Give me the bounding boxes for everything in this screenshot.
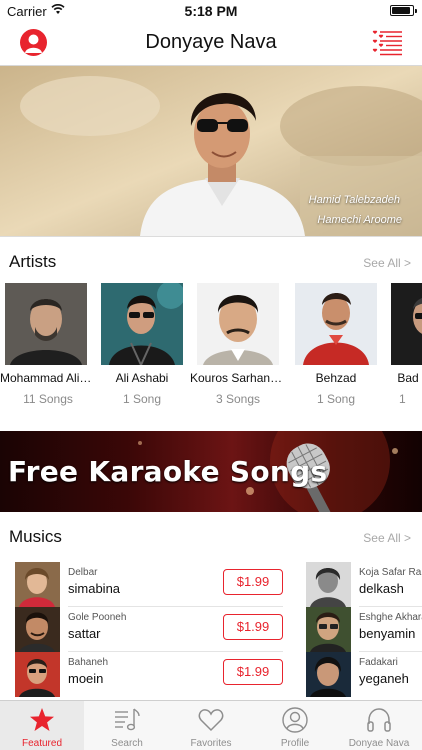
music-artist-name: benyamin <box>359 626 416 641</box>
tab-label: Donyae Nava <box>348 738 410 749</box>
artist-card[interactable]: Bad 1 <box>391 283 422 423</box>
tab-search[interactable]: Search <box>85 701 169 750</box>
music-artist-name: moein <box>68 671 104 686</box>
divider <box>0 236 422 237</box>
price-button[interactable]: $1.99 <box>223 659 283 685</box>
artist-song-count: 1 Song <box>316 392 356 406</box>
nav-bar: Donyaye Nava <box>0 22 422 66</box>
artist-photo <box>5 283 87 365</box>
tab-label: Favorites <box>190 738 232 749</box>
music-song-title: Delbar <box>68 567 98 578</box>
music-song-title: Koja Safar Ra <box>359 567 422 578</box>
artist-song-count: 11 Songs <box>23 392 73 406</box>
musics-header: Musics See All > <box>0 527 422 551</box>
tab-favorites[interactable]: Favorites <box>169 701 253 750</box>
tab-featured[interactable]: Featured <box>0 701 84 750</box>
music-row[interactable]: Gole Pooneh sattar $1.99 <box>15 607 283 652</box>
tab-label: Featured <box>21 738 63 749</box>
artist-name: Ali Ashabi <box>115 371 169 385</box>
artist-photo <box>295 283 377 365</box>
price-button[interactable]: $1.99 <box>223 569 283 595</box>
music-song-title: Eshghe Akharam <box>359 612 422 623</box>
artist-name: Kouros Sarhang… <box>190 371 286 385</box>
artist-name: Mohammad Aliz… <box>0 371 96 385</box>
tab-profile[interactable]: Profile <box>253 701 337 750</box>
star-icon <box>29 707 55 733</box>
heart-icon <box>198 707 224 733</box>
artist-song-count: 1 Song <box>122 392 162 406</box>
tab-label: Search <box>111 738 143 749</box>
artists-see-all-link[interactable]: See All > <box>363 256 411 270</box>
artists-heading: Artists <box>9 252 57 271</box>
music-artist-name: sattar <box>68 626 101 641</box>
person-icon <box>282 707 308 733</box>
hero-photo <box>0 66 422 236</box>
music-row[interactable]: Koja Safar Ra delkash <box>306 562 422 607</box>
music-song-title: Fadakari <box>359 657 398 668</box>
battery-icon <box>390 5 417 16</box>
karaoke-banner[interactable]: Free Karaoke Songs <box>0 431 422 512</box>
tab-bar: Featured Search Favorites Profile Donyae… <box>0 700 422 750</box>
music-row[interactable]: Bahaneh moein $1.99 <box>15 652 283 697</box>
music-row[interactable]: Fadakari yeganeh <box>306 652 422 697</box>
music-thumbnail <box>15 562 60 607</box>
banner-text: Free Karaoke Songs <box>8 455 328 488</box>
musics-heading: Musics <box>9 527 62 546</box>
artist-name: Behzad <box>315 371 357 385</box>
heart-list-icon[interactable] <box>372 30 402 56</box>
clock: 5:18 PM <box>184 3 238 19</box>
music-row[interactable]: Eshghe Akharam benyamin <box>306 607 422 652</box>
music-thumbnail <box>306 652 351 697</box>
music-thumbnail <box>15 607 60 652</box>
music-thumbnail <box>306 607 351 652</box>
music-thumbnail <box>15 652 60 697</box>
music-song-title: Bahaneh <box>68 657 109 668</box>
hero-artist-caption: Hamid Talebzadeh <box>308 194 400 206</box>
page-title: Donyaye Nava <box>145 31 277 53</box>
music-artist-name: yeganeh <box>359 671 409 686</box>
artist-photo <box>391 283 422 365</box>
musics-see-all-link[interactable]: See All > <box>363 531 411 545</box>
tab-donyae-nava[interactable]: Donyae Nava <box>337 701 422 750</box>
hero-banner[interactable]: Hamid Talebzadeh Hamechi Aroome <box>0 66 422 236</box>
price-button[interactable]: $1.99 <box>223 614 283 640</box>
artist-photo <box>197 283 279 365</box>
tab-label: Profile <box>280 738 310 749</box>
music-artist-name: simabina <box>68 581 121 596</box>
headphones-icon <box>366 707 392 733</box>
music-row[interactable]: Delbar simabina $1.99 <box>15 562 283 607</box>
artist-photo <box>101 283 183 365</box>
hero-song-caption: Hamechi Aroome <box>317 214 402 226</box>
music-thumbnail <box>306 562 351 607</box>
artist-song-count: 3 Songs <box>215 392 261 406</box>
artist-song-count: 1 <box>399 392 406 406</box>
artists-header: Artists See All > <box>0 252 422 276</box>
music-song-title: Gole Pooneh <box>68 612 127 623</box>
artist-name: Bad <box>397 371 419 385</box>
music-list-icon <box>114 707 140 733</box>
music-artist-name: delkash <box>359 581 404 596</box>
status-bar: Carrier 5:18 PM <box>0 0 422 22</box>
